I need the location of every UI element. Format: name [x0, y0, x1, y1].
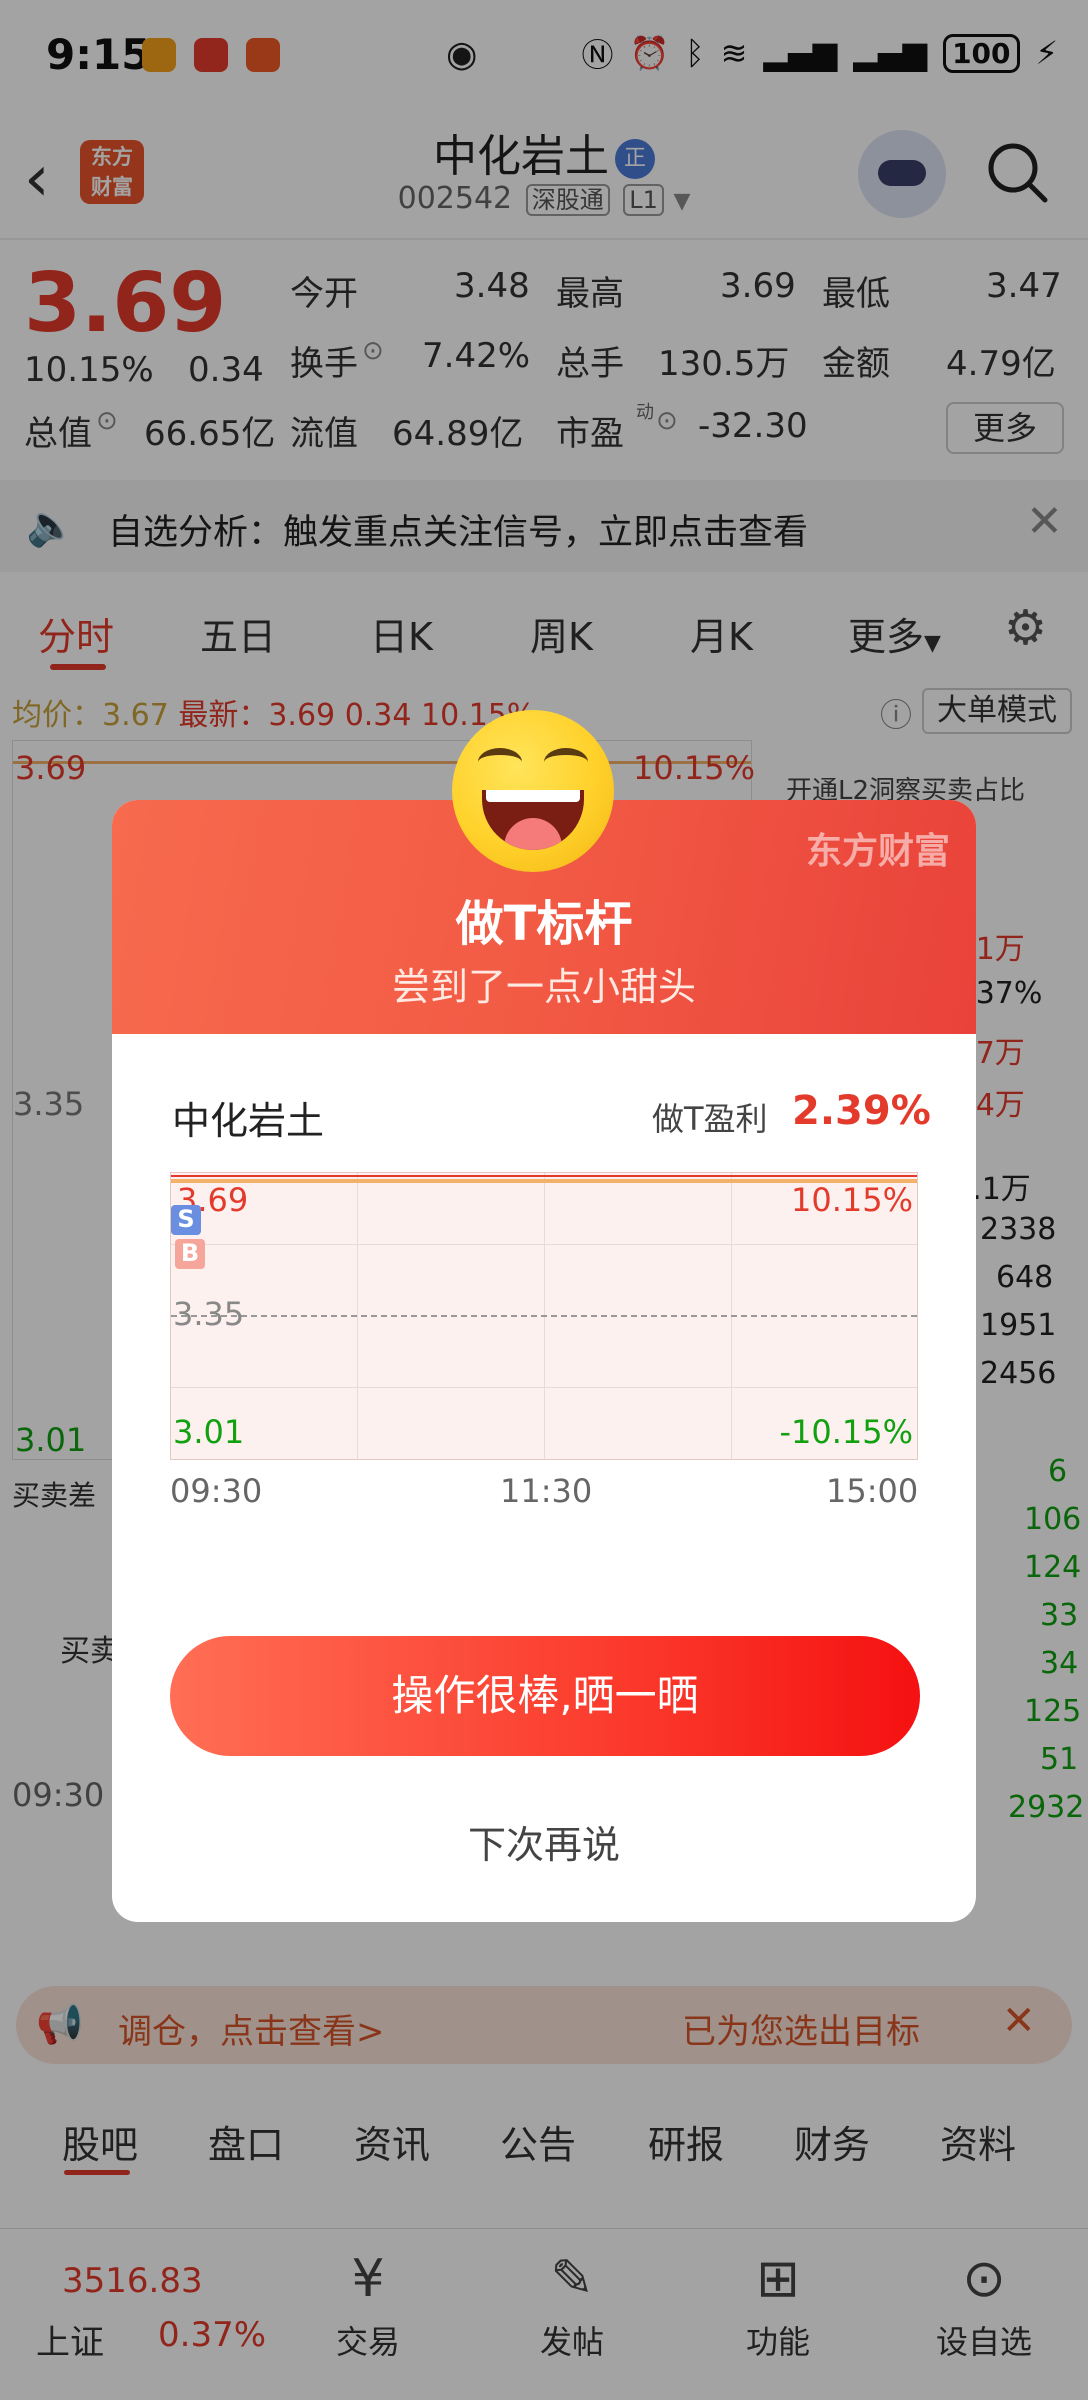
profit-value: 2.39%: [792, 1088, 931, 1134]
laughing-emoji-icon: [452, 710, 614, 872]
chart-low-label: 3.01: [173, 1413, 245, 1451]
modal-stock-name: 中化岩土: [172, 1099, 325, 1143]
time-label-start: 09:30: [170, 1472, 263, 1510]
buy-marker: B: [175, 1239, 205, 1269]
price-line: [171, 1175, 917, 1177]
dismiss-later-button[interactable]: 下次再说: [112, 1814, 976, 1869]
sell-marker: S: [171, 1205, 201, 1235]
modal-subtitle: 尝到了一点小甜头: [391, 965, 696, 1009]
trade-achievement-modal: 东方财富 做T标杆 尝到了一点小甜头 中化岩土 做T盈利 2.39% 3.69 …: [112, 800, 976, 1922]
modal-title: 做T标杆: [455, 896, 633, 952]
profit-label: 做T盈利: [652, 1100, 768, 1138]
chart-mid-label: 3.35: [173, 1295, 245, 1333]
modal-intraday-chart: 3.69 10.15% 3.35 3.01 -10.15% S B: [170, 1172, 918, 1460]
chart-high-pct: 10.15%: [790, 1181, 913, 1219]
share-button[interactable]: 操作很棒,晒一晒: [170, 1636, 920, 1756]
time-label-mid: 11:30: [500, 1472, 593, 1510]
chart-low-pct: -10.15%: [779, 1413, 913, 1451]
time-label-end: 15:00: [826, 1472, 919, 1510]
brand-watermark: 东方财富: [805, 831, 950, 872]
